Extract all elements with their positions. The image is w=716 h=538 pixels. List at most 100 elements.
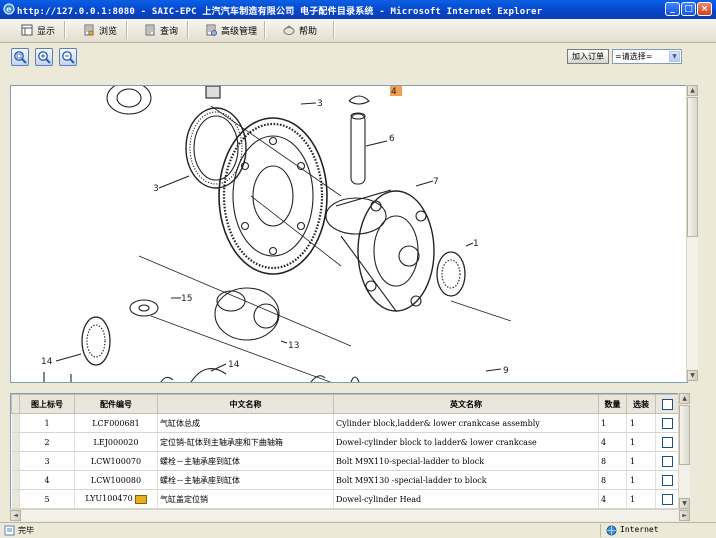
scroll-right-icon[interactable]: ►	[679, 510, 690, 521]
cell-chinese-name: 螺栓－主轴承座到缸体	[157, 470, 334, 490]
cell-part-no: LCW100080	[74, 470, 158, 490]
display-icon	[21, 24, 33, 36]
menu-item-admin[interactable]: 高级管理	[202, 22, 260, 38]
cell-select[interactable]	[655, 432, 679, 452]
callout-5[interactable]: 4	[391, 87, 397, 97]
close-button[interactable]: ×	[697, 2, 712, 16]
toolbar: 加入订单 =请选择= ▼	[0, 43, 716, 77]
zoom-fit-icon	[14, 51, 27, 64]
cell-diagram-no: 2	[19, 432, 75, 452]
header-select-all[interactable]	[655, 394, 679, 414]
scroll-up-icon[interactable]: ▲	[679, 393, 690, 404]
status-text: 完毕	[18, 526, 34, 535]
cell-select[interactable]	[655, 470, 679, 490]
zoom-fit-button[interactable]	[11, 48, 29, 66]
scroll-down-icon[interactable]: ▼	[679, 498, 690, 509]
table-horizontal-scrollbar[interactable]: ◄ ►	[10, 509, 690, 521]
menu-item-query[interactable]: 查询	[141, 22, 181, 38]
add-to-order-button[interactable]: 加入订单	[567, 49, 609, 64]
cell-english-name: Dowel-cylinder Head	[333, 489, 599, 509]
maximize-button[interactable]: □	[681, 2, 696, 16]
menu-separator	[264, 21, 266, 39]
callout-7[interactable]: 7	[433, 177, 439, 187]
option-select[interactable]: =请选择= ▼	[612, 49, 682, 64]
callout-9[interactable]: 9	[503, 366, 509, 376]
zoom-in-button[interactable]	[35, 48, 53, 66]
row-checkbox[interactable]	[662, 455, 673, 467]
zoom-in-icon	[38, 51, 51, 64]
table-row[interactable]: 3 LCW100070 螺栓－主轴承座到缸体 Bolt M9X110-special-…	[11, 451, 679, 471]
diagram-vertical-scrollbar[interactable]: ▲ ▼	[686, 85, 698, 381]
menu-item-help[interactable]: 帮助	[280, 22, 320, 38]
callout-15[interactable]: 15	[181, 294, 192, 304]
ie-icon: e	[3, 3, 15, 15]
row-checkbox[interactable]	[662, 493, 673, 505]
cell-chinese-name: 定位销-缸体到主轴承座和下曲轴箱	[157, 432, 334, 452]
callout-1[interactable]: 1	[473, 239, 479, 249]
status-separator	[600, 524, 601, 537]
scroll-thumb[interactable]	[679, 405, 690, 465]
globe-icon	[606, 525, 617, 536]
chevron-down-icon[interactable]: ▼	[669, 51, 680, 62]
callout-14-bottom[interactable]: 14	[228, 360, 240, 370]
header-english-name[interactable]: 英文名称	[333, 394, 599, 414]
cell-part-no: LCW100070	[74, 451, 158, 471]
header-chinese-name[interactable]: 中文名称	[157, 394, 334, 414]
row-checkbox[interactable]	[662, 436, 673, 448]
zoom-out-icon	[62, 51, 75, 64]
cell-quantity: 8	[598, 470, 627, 490]
scroll-left-icon[interactable]: ◄	[10, 510, 21, 521]
row-checkbox[interactable]	[662, 417, 673, 429]
page-icon	[4, 525, 15, 536]
scroll-down-icon[interactable]: ▼	[687, 370, 698, 381]
cell-english-name: Cylinder block,ladder& lower crankcase a…	[333, 413, 599, 433]
cell-select[interactable]	[655, 451, 679, 471]
menu-item-display[interactable]: 显示	[18, 22, 58, 38]
cell-part-no: LYU100470	[74, 489, 158, 509]
callout-14-left[interactable]: 14	[41, 357, 53, 367]
part-number: LYU100470	[85, 494, 133, 504]
table-vertical-scrollbar[interactable]: ▲ ▼	[678, 393, 690, 509]
callout-4[interactable]: 3	[317, 99, 323, 109]
callout-6[interactable]: 6	[389, 134, 395, 144]
part-number: LCW100080	[90, 475, 142, 485]
header-quantity[interactable]: 数量	[598, 394, 627, 414]
table-row[interactable]: 2 LEJ000020 定位销-缸体到主轴承座和下曲轴箱 Dowel-cylinder…	[11, 432, 679, 452]
menu-item-browse[interactable]: 浏览	[80, 22, 120, 38]
row-gutter	[11, 432, 20, 452]
minimize-button[interactable]: _	[665, 2, 680, 16]
header-diagram-no[interactable]: 图上标号	[19, 394, 75, 414]
admin-icon	[206, 24, 217, 36]
zoom-out-button[interactable]	[59, 48, 77, 66]
scroll-thumb[interactable]	[687, 97, 698, 237]
menu-separator	[333, 21, 335, 39]
row-checkbox[interactable]	[662, 474, 673, 486]
cell-quantity: 8	[598, 451, 627, 471]
table-row[interactable]: 1 LCF000681 气缸体总成 Cylinder block,ladder& lo…	[11, 413, 679, 433]
parts-diagram-frame: 4 3 6 3 7 1 15 14 13 14 9	[10, 85, 688, 383]
cell-chinese-name: 螺栓－主轴承座到缸体	[157, 451, 334, 471]
cell-select[interactable]	[655, 489, 679, 509]
scroll-up-icon[interactable]: ▲	[687, 85, 698, 96]
table-row[interactable]: 5 LYU100470 气缸盖定位销 Dowel-cylinder Head 4 1	[11, 489, 679, 509]
cell-diagram-no: 5	[19, 489, 75, 509]
part-note-icon[interactable]	[134, 494, 147, 504]
option-select-value: =请选择=	[615, 52, 653, 61]
menu-bar: 显示 浏览 查询 高级管理 帮助	[0, 19, 716, 43]
select-all-checkbox[interactable]	[662, 398, 673, 410]
status-bar: 完毕 Internet	[0, 522, 716, 538]
table-row[interactable]: 4 LCW100080 螺栓－主轴承座到缸体 Bolt M9X130 -special…	[11, 470, 679, 490]
cell-quantity: 4	[598, 489, 627, 509]
header-optional[interactable]: 选装	[626, 394, 656, 414]
cell-diagram-no: 4	[19, 470, 75, 490]
cell-optional: 1	[626, 489, 656, 509]
callout-13[interactable]: 13	[288, 341, 299, 351]
callout-3[interactable]: 3	[153, 184, 159, 194]
cell-optional: 1	[626, 451, 656, 471]
part-number: LCF000681	[92, 418, 140, 428]
menu-label-display: 显示	[37, 26, 56, 37]
cell-select[interactable]	[655, 413, 679, 433]
row-gutter	[11, 451, 20, 471]
header-part-no[interactable]: 配件编号	[74, 394, 158, 414]
part-number: LEJ000020	[93, 437, 139, 447]
